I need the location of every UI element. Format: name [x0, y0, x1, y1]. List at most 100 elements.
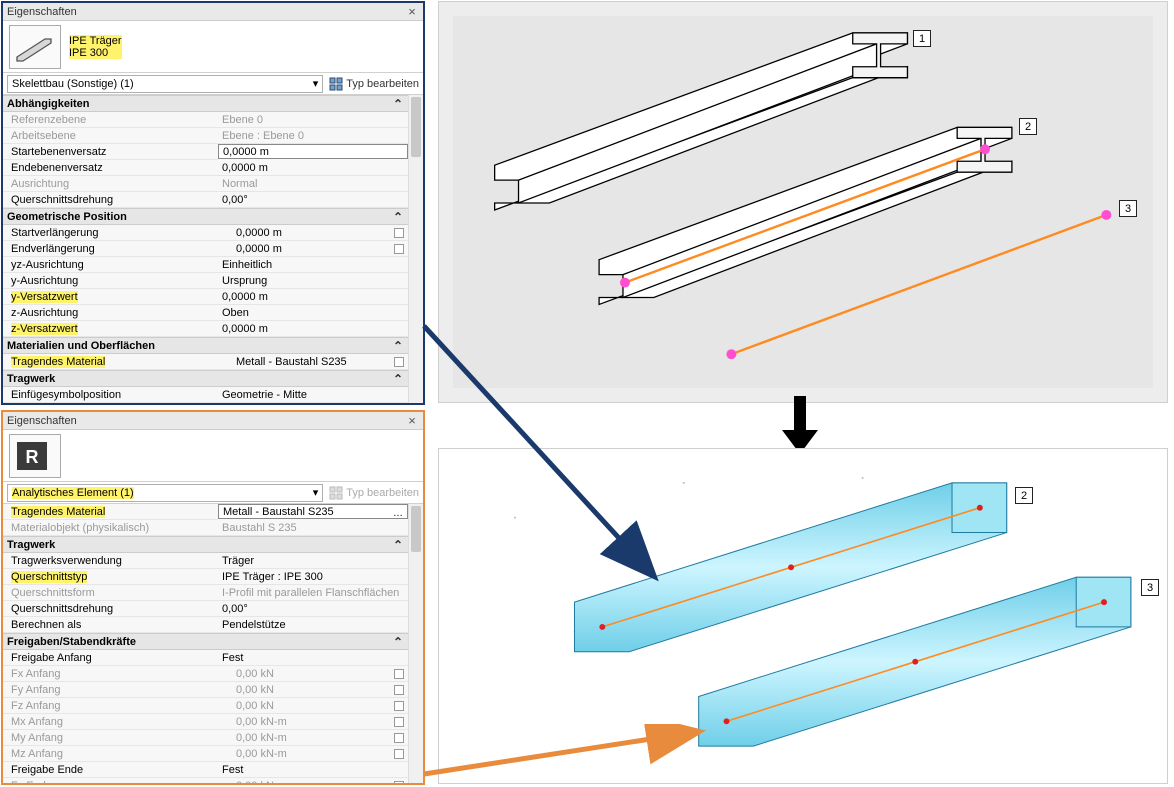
group-header[interactable]: Materialien und Oberflächen⌃: [3, 337, 423, 354]
group-header[interactable]: Tragwerk⌃: [3, 536, 423, 553]
group-header[interactable]: Tragwerk⌃: [3, 370, 423, 387]
element-tag[interactable]: 3: [1119, 200, 1137, 217]
property-value[interactable]: 0,00 kN: [218, 778, 408, 783]
collapse-icon[interactable]: ⌃: [393, 339, 403, 353]
property-value[interactable]: Geometrie - Mitte: [218, 387, 408, 403]
property-row[interactable]: Materialobjekt (physikalisch)Baustahl S …: [3, 520, 423, 536]
property-row[interactable]: ReferenzebeneEbene 0: [3, 112, 423, 128]
property-value[interactable]: Ebene 0: [218, 112, 408, 128]
property-row[interactable]: AusrichtungNormal: [3, 176, 423, 192]
property-row[interactable]: Endverlängerung0,0000 m: [3, 241, 423, 257]
property-row[interactable]: QuerschnittsformI-Profil mit parallelen …: [3, 585, 423, 601]
collapse-icon[interactable]: ⌃: [393, 97, 403, 111]
checkbox[interactable]: [394, 749, 404, 759]
close-icon[interactable]: ×: [405, 414, 419, 428]
property-value[interactable]: IPE Träger : IPE 300: [218, 569, 408, 585]
checkbox[interactable]: [394, 228, 404, 238]
edit-type-button[interactable]: Typ bearbeiten: [329, 77, 419, 91]
property-value[interactable]: 0,00 kN-m: [218, 746, 408, 762]
checkbox[interactable]: [394, 701, 404, 711]
collapse-icon[interactable]: ⌃: [393, 372, 403, 386]
property-row[interactable]: Tragendes MaterialMetall - Baustahl S235: [3, 354, 423, 370]
instance-filter[interactable]: Analytisches Element (1) ▾: [7, 484, 323, 502]
checkbox[interactable]: [394, 717, 404, 727]
group-header[interactable]: Freigaben/Stabendkräfte⌃: [3, 633, 423, 650]
group-header[interactable]: Geometrische Position⌃: [3, 208, 423, 225]
group-header[interactable]: Abhängigkeiten⌃: [3, 95, 423, 112]
property-value[interactable]: 0,0000 m: [218, 225, 408, 241]
checkbox[interactable]: [394, 733, 404, 743]
property-row[interactable]: ArbeitsebeneEbene : Ebene 0: [3, 128, 423, 144]
checkbox[interactable]: [394, 669, 404, 679]
property-value[interactable]: Fest: [218, 762, 408, 778]
browse-icon[interactable]: …: [393, 508, 403, 518]
property-value[interactable]: 0,00°: [218, 192, 408, 208]
close-icon[interactable]: ×: [405, 5, 419, 19]
property-row[interactable]: yz-AusrichtungEinheitlich: [3, 257, 423, 273]
property-row[interactable]: Querschnittsdrehung0,00°: [3, 192, 423, 208]
property-value[interactable]: Oben: [218, 305, 408, 321]
property-row[interactable]: QuerschnittstypIPE Träger : IPE 300: [3, 569, 423, 585]
property-row[interactable]: EinfügesymbolpositionGeometrie - Mitte: [3, 387, 423, 403]
property-row[interactable]: y-Versatzwert0,0000 m: [3, 289, 423, 305]
property-value[interactable]: Baustahl S 235: [218, 520, 408, 536]
property-value[interactable]: Ursprung: [218, 273, 408, 289]
property-row[interactable]: Querschnittsdrehung0,00°: [3, 601, 423, 617]
property-row[interactable]: Tragendes MaterialMetall - Baustahl S235…: [3, 504, 423, 520]
property-value[interactable]: 0,0000 m: [218, 321, 408, 337]
property-value[interactable]: 0,0000 m: [218, 289, 408, 305]
property-name: Mx Anfang: [3, 714, 218, 730]
scroll-thumb[interactable]: [411, 97, 421, 157]
type-selector[interactable]: R: [3, 430, 423, 482]
property-row[interactable]: TragwerksverwendungTräger: [3, 553, 423, 569]
property-value[interactable]: 0,00 kN-m: [218, 714, 408, 730]
property-row[interactable]: Fz Anfang0,00 kN: [3, 698, 423, 714]
property-row[interactable]: z-Versatzwert0,0000 m: [3, 321, 423, 337]
property-row[interactable]: Mz Anfang0,00 kN-m: [3, 746, 423, 762]
property-row[interactable]: Berechnen alsPendelstütze: [3, 617, 423, 633]
element-tag[interactable]: 2: [1019, 118, 1037, 135]
property-value[interactable]: 0,0000 m: [218, 160, 408, 176]
property-value[interactable]: Einheitlich: [218, 257, 408, 273]
property-value[interactable]: 0,00°: [218, 601, 408, 617]
element-tag[interactable]: 2: [1015, 487, 1033, 504]
property-value[interactable]: 0,0000 m: [218, 144, 408, 159]
property-value[interactable]: Pendelstütze: [218, 617, 408, 633]
property-value[interactable]: Ebene : Ebene 0: [218, 128, 408, 144]
property-row[interactable]: My Anfang0,00 kN-m: [3, 730, 423, 746]
checkbox[interactable]: [394, 357, 404, 367]
property-row[interactable]: Fx Anfang0,00 kN: [3, 666, 423, 682]
property-row[interactable]: Endebenenversatz0,0000 m: [3, 160, 423, 176]
type-selector[interactable]: IPE Träger IPE 300: [3, 21, 423, 73]
checkbox[interactable]: [394, 781, 404, 783]
element-tag[interactable]: 3: [1141, 579, 1159, 596]
property-row[interactable]: y-AusrichtungUrsprung: [3, 273, 423, 289]
property-value[interactable]: Metall - Baustahl S235: [218, 354, 408, 370]
instance-filter[interactable]: Skelettbau (Sonstige) (1) ▾: [7, 75, 323, 93]
property-row[interactable]: Startebenenversatz0,0000 m: [3, 144, 423, 160]
property-value[interactable]: 0,00 kN: [218, 666, 408, 682]
property-name: Startebenenversatz: [3, 144, 218, 160]
property-row[interactable]: Freigabe EndeFest: [3, 762, 423, 778]
property-row[interactable]: Freigabe AnfangFest: [3, 650, 423, 666]
property-value[interactable]: 0,00 kN: [218, 682, 408, 698]
property-row[interactable]: Fy Anfang0,00 kN: [3, 682, 423, 698]
collapse-icon[interactable]: ⌃: [393, 635, 403, 649]
element-tag[interactable]: 1: [913, 30, 931, 47]
checkbox[interactable]: [394, 244, 404, 254]
property-value[interactable]: Fest: [218, 650, 408, 666]
property-value[interactable]: 0,00 kN-m: [218, 730, 408, 746]
property-value[interactable]: 0,00 kN: [218, 698, 408, 714]
property-row[interactable]: Startverlängerung0,0000 m: [3, 225, 423, 241]
property-row[interactable]: Fx Ende0,00 kN: [3, 778, 423, 783]
property-value[interactable]: 0,0000 m: [218, 241, 408, 257]
property-value[interactable]: Normal: [218, 176, 408, 192]
property-row[interactable]: z-AusrichtungOben: [3, 305, 423, 321]
collapse-icon[interactable]: ⌃: [393, 210, 403, 224]
property-value[interactable]: Träger: [218, 553, 408, 569]
property-value[interactable]: Metall - Baustahl S235…: [218, 504, 408, 519]
collapse-icon[interactable]: ⌃: [393, 538, 403, 552]
property-row[interactable]: Mx Anfang0,00 kN-m: [3, 714, 423, 730]
property-value[interactable]: I-Profil mit parallelen Flanschflächen: [218, 585, 408, 601]
checkbox[interactable]: [394, 685, 404, 695]
